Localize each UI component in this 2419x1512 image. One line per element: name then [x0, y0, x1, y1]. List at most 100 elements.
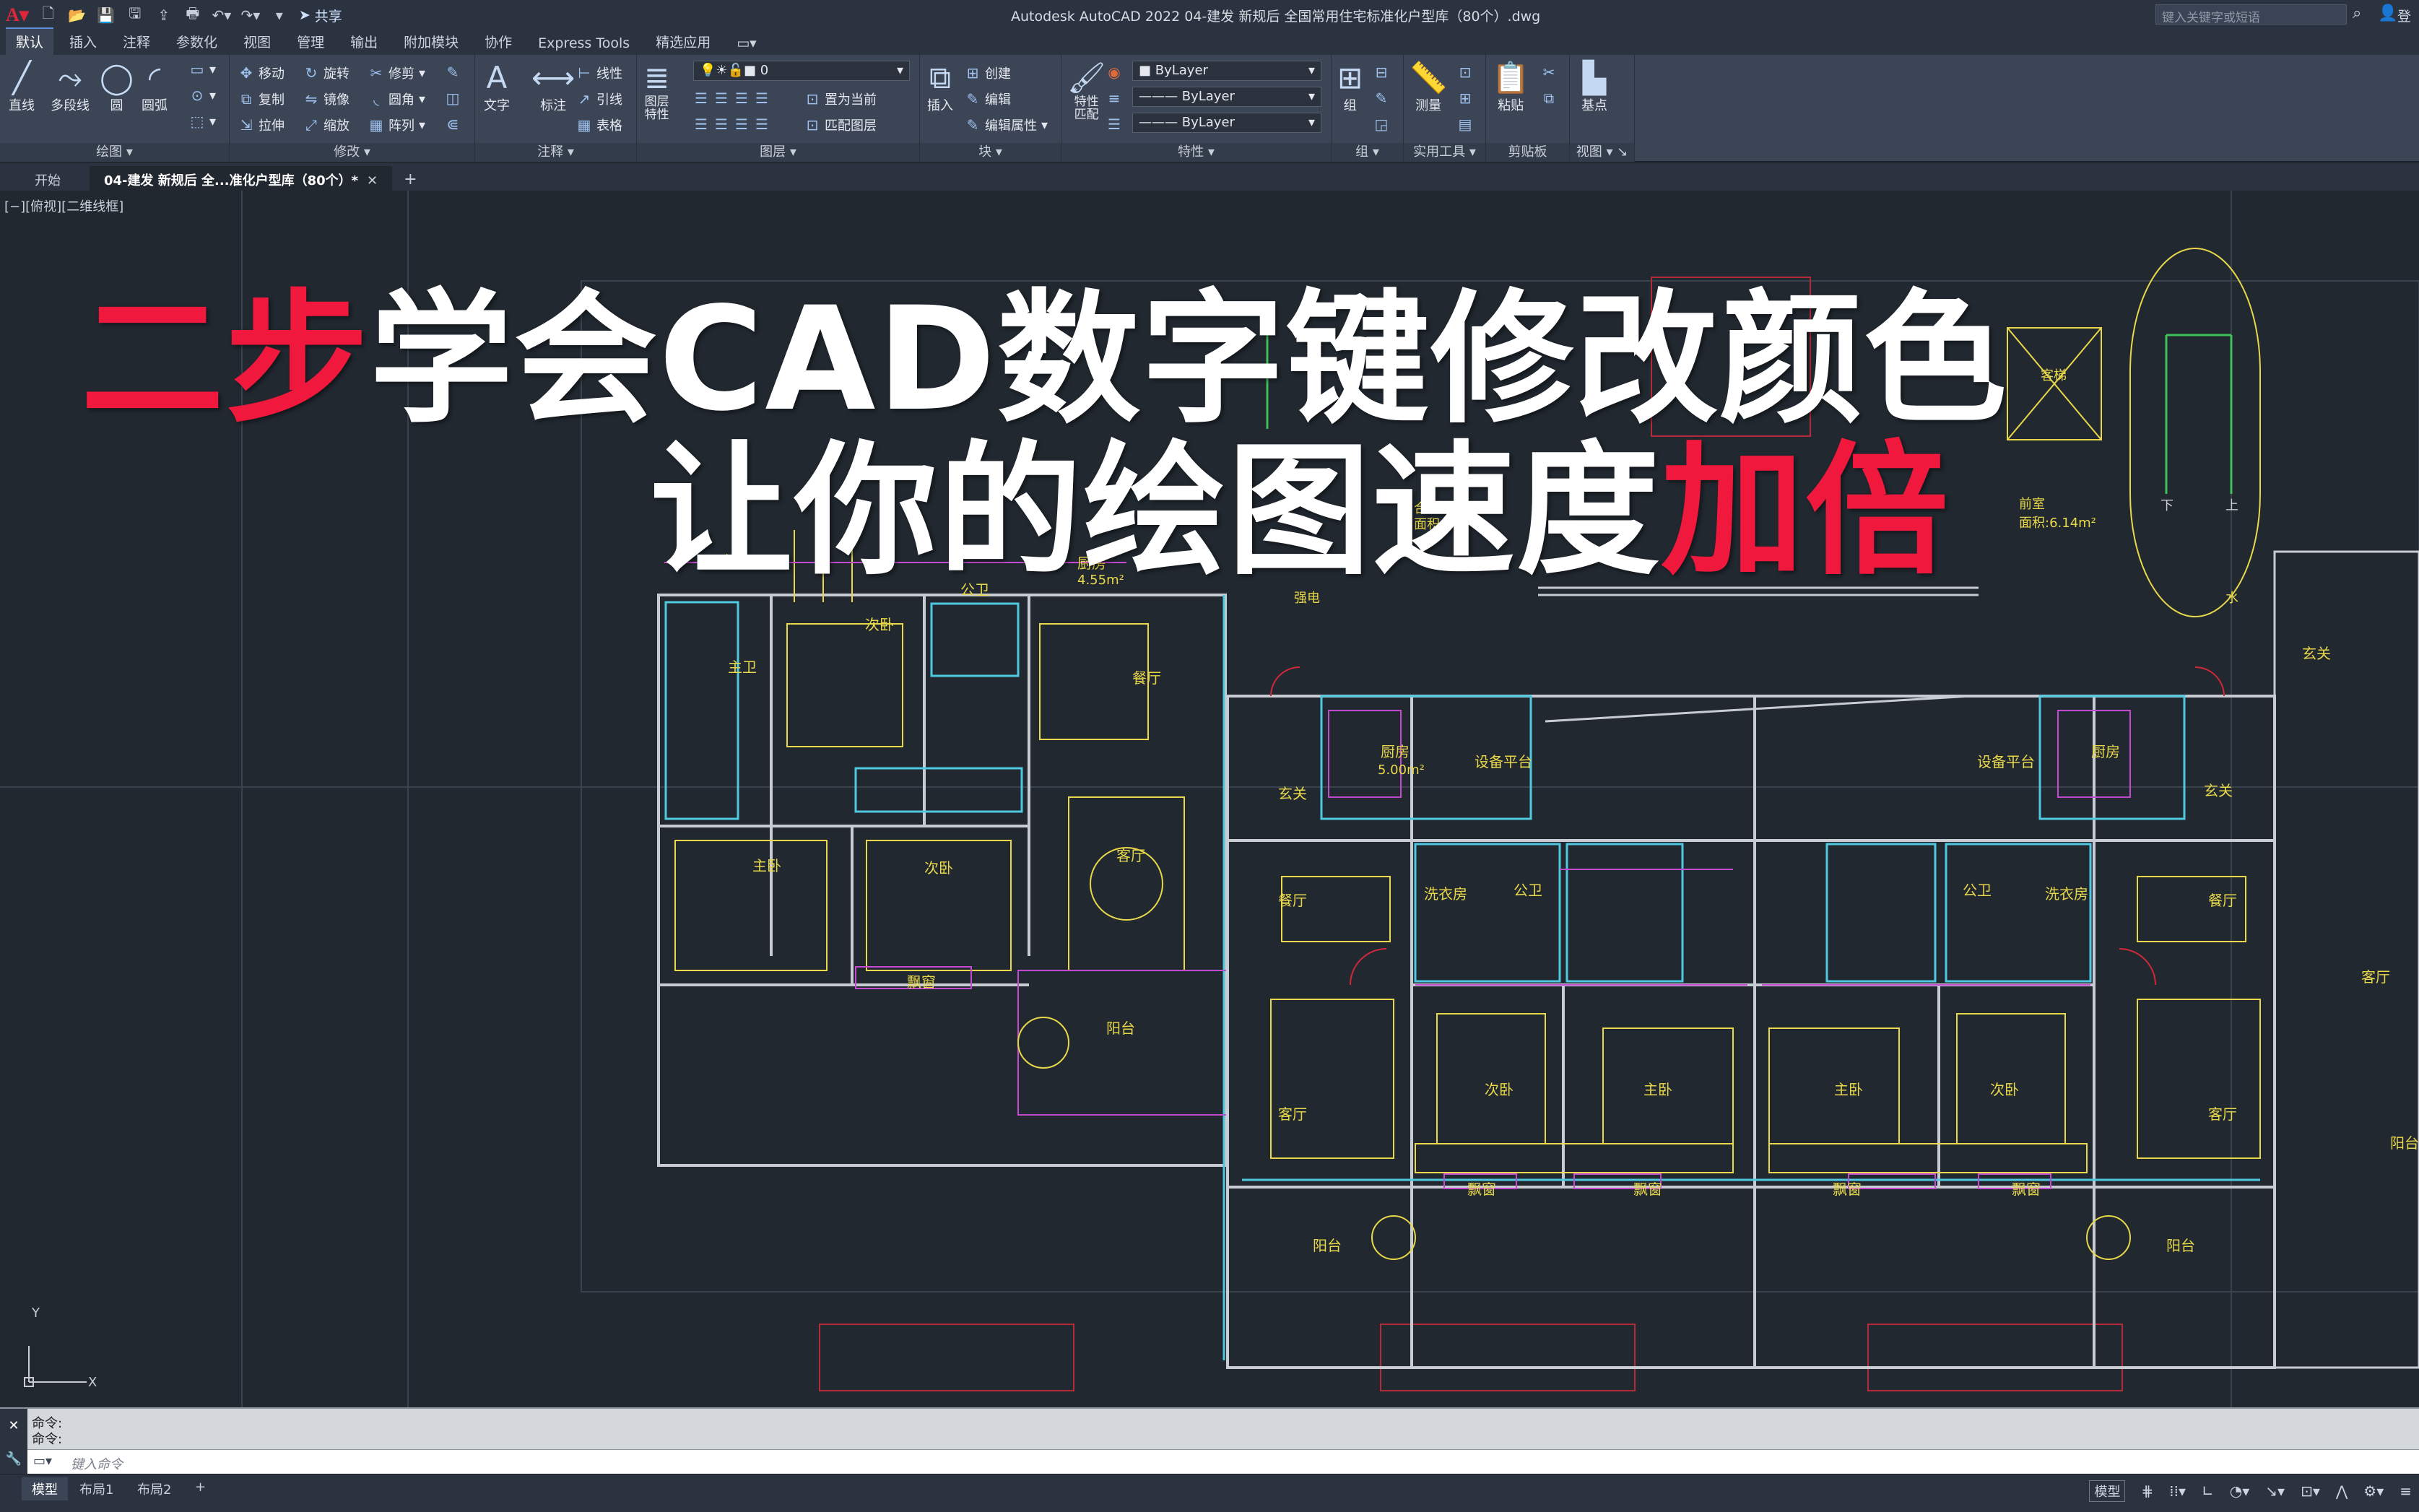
- group-select-icon[interactable]: ◲: [1373, 116, 1389, 133]
- grid-icon[interactable]: ⋕: [2141, 1482, 2153, 1500]
- tab-start[interactable]: 开始: [0, 166, 90, 191]
- tab-addins[interactable]: 附加模块: [394, 29, 469, 55]
- create-block-tool[interactable]: ⊞ 创建: [965, 64, 1011, 82]
- edit-block-tool[interactable]: ✎ 编辑: [965, 90, 1011, 108]
- group-tool[interactable]: ⊞ 组: [1337, 61, 1363, 114]
- panel-clipboard-title[interactable]: 剪贴板: [1486, 143, 1569, 162]
- select-all-icon[interactable]: ⊞: [1457, 90, 1473, 107]
- layer-properties-tool[interactable]: ≣ 图层 特性: [644, 61, 669, 122]
- save-as-icon[interactable]: 🖫: [126, 4, 144, 25]
- tab-output[interactable]: 输出: [340, 29, 388, 55]
- web-mobile-icon[interactable]: ⇪: [155, 6, 173, 25]
- array-tool[interactable]: ▦ 阵列 ▾: [368, 116, 426, 134]
- save-icon[interactable]: 💾: [97, 6, 116, 25]
- rotate-tool[interactable]: ↻ 旋转: [303, 64, 349, 82]
- tab-default[interactable]: 默认: [6, 27, 54, 55]
- match-properties-tool[interactable]: 🖌 特性 匹配: [1067, 61, 1106, 122]
- layer-tools-row2[interactable]: ☰ ☰ ☰ ☰: [693, 116, 770, 133]
- explode-tool[interactable]: ◫: [445, 90, 461, 107]
- set-current-tool[interactable]: ⊡ 置为当前: [804, 90, 877, 108]
- isodraft-icon[interactable]: ↘▾: [2265, 1482, 2285, 1500]
- tab-collaborate[interactable]: 协作: [474, 29, 522, 55]
- tab-layout2[interactable]: 布局2: [127, 1477, 181, 1500]
- quick-select-icon[interactable]: ⊡: [1457, 64, 1473, 81]
- linetype-dropdown[interactable]: ——— ByLayer ▾: [1132, 113, 1321, 133]
- scale-tool[interactable]: ⤢ 缩放: [303, 116, 349, 134]
- polar-icon[interactable]: ◔▾: [2230, 1482, 2250, 1500]
- customize-qat-icon[interactable]: ▾: [270, 6, 289, 25]
- color-wheel-icon[interactable]: ◉: [1106, 64, 1122, 81]
- offset-tool[interactable]: ⋐: [445, 116, 461, 133]
- tab-manage[interactable]: 管理: [287, 29, 334, 55]
- dimension-tool[interactable]: ⟷ 标注: [531, 61, 575, 114]
- new-file-icon[interactable]: 🗋: [39, 4, 58, 25]
- cut-icon[interactable]: ✂: [1541, 64, 1557, 81]
- search-icon[interactable]: ⌕: [2353, 4, 2361, 22]
- panel-groups-title[interactable]: 组 ▾: [1332, 143, 1403, 162]
- undo-icon[interactable]: ↶▾: [212, 6, 231, 25]
- panel-properties-title[interactable]: 特性 ▾: [1061, 143, 1331, 162]
- arc-tool[interactable]: ◜ 圆弧: [142, 61, 168, 114]
- add-layout-button[interactable]: +: [185, 1477, 216, 1497]
- linear-tool[interactable]: ⊢ 线性: [576, 64, 622, 82]
- tab-featured-apps[interactable]: 精选应用: [646, 29, 721, 55]
- color-dropdown[interactable]: ■ ByLayer ▾: [1132, 61, 1321, 81]
- sign-in-label[interactable]: 登: [2397, 6, 2411, 25]
- tab-annotate[interactable]: 注释: [113, 29, 160, 55]
- new-tab-button[interactable]: +: [392, 168, 428, 191]
- object-snap-icon[interactable]: ⊡▾: [2301, 1482, 2320, 1500]
- insert-tool[interactable]: ⧉ 插入: [927, 61, 953, 114]
- customize-icon[interactable]: ≡: [2400, 1482, 2412, 1500]
- close-icon[interactable]: ✕: [367, 173, 378, 188]
- layer-tools-row1[interactable]: ☰ ☰ ☰ ☰: [693, 90, 770, 107]
- open-file-icon[interactable]: 📂: [68, 6, 87, 25]
- calculator-icon[interactable]: ▤: [1457, 116, 1473, 133]
- stretch-tool[interactable]: ⇲ 拉伸: [238, 116, 285, 134]
- tab-express-tools[interactable]: Express Tools: [528, 32, 640, 55]
- autocad-logo-icon[interactable]: A▾: [6, 4, 29, 26]
- ortho-icon[interactable]: ∟: [2202, 1482, 2214, 1500]
- panel-draw-title[interactable]: 绘图 ▾: [0, 143, 229, 162]
- line-tool[interactable]: ╱ 直线: [9, 61, 35, 114]
- tab-insert[interactable]: 插入: [59, 29, 107, 55]
- user-icon[interactable]: 👤: [2378, 4, 2397, 22]
- fillet-tool[interactable]: ◟ 圆角 ▾: [368, 90, 425, 108]
- base-view-tool[interactable]: ▙ 基点: [1581, 61, 1607, 114]
- lineweight-dropdown[interactable]: ——— ByLayer ▾: [1132, 87, 1321, 107]
- region-tool[interactable]: ⬚ ▾: [189, 113, 217, 130]
- group-edit-icon[interactable]: ✎: [1373, 90, 1389, 107]
- panel-modify-title[interactable]: 修改 ▾: [230, 143, 474, 162]
- drawing-canvas[interactable]: 平台 次卧 公卫 厨房 主卫 餐厅 主卧 次卧 客厅 飘窗 阳台 厨房 设备平台…: [0, 191, 2419, 1407]
- panel-layers-title[interactable]: 图层 ▾: [637, 143, 919, 162]
- copy-tool[interactable]: ⧉ 复制: [238, 90, 285, 108]
- trim-tool[interactable]: ✂ 修剪 ▾: [368, 64, 425, 82]
- model-space-button[interactable]: 模型: [2089, 1480, 2126, 1502]
- paste-tool[interactable]: 📋 粘贴: [1492, 61, 1529, 114]
- ungroup-icon[interactable]: ⊟: [1373, 64, 1389, 81]
- annotation-scale-icon[interactable]: ⋀: [2336, 1482, 2348, 1500]
- panel-annotation-title[interactable]: 注释 ▾: [475, 143, 636, 162]
- match-layer-tool[interactable]: ⊡ 匹配图层: [804, 116, 877, 134]
- workspace-icon[interactable]: ⚙▾: [2363, 1482, 2384, 1500]
- tab-parametric[interactable]: 参数化: [166, 29, 227, 55]
- close-icon[interactable]: ✕: [8, 1418, 19, 1433]
- rectangle-tool[interactable]: ▭ ▾: [189, 61, 217, 78]
- redo-icon[interactable]: ↷▾: [240, 6, 260, 25]
- panel-block-title[interactable]: 块 ▾: [920, 143, 1061, 162]
- text-tool[interactable]: A 文字: [484, 61, 510, 114]
- share-button[interactable]: ➤ 共享: [299, 6, 342, 25]
- erase-tool[interactable]: ✎: [445, 64, 461, 81]
- tab-layout1[interactable]: 布局1: [69, 1477, 123, 1500]
- ribbon-toggle-icon[interactable]: ▭▾: [726, 32, 767, 55]
- move-tool[interactable]: ✥ 移动: [238, 64, 285, 82]
- panel-view-title[interactable]: 视图 ▾ ↘: [1570, 143, 1634, 162]
- layer-dropdown[interactable]: 💡☀🔓■ 0 ▾: [693, 61, 910, 81]
- tab-model[interactable]: 模型: [22, 1477, 68, 1500]
- viewport-controls[interactable]: [−][俯视][二维线框]: [4, 196, 123, 215]
- leader-tool[interactable]: ↗ 引线: [576, 90, 622, 108]
- search-input[interactable]: 键入关键字或短语: [2155, 4, 2347, 25]
- polyline-tool[interactable]: ⤳ 多段线: [51, 61, 90, 114]
- mirror-tool[interactable]: ⇋ 镜像: [303, 90, 349, 108]
- table-tool[interactable]: ▦ 表格: [576, 116, 622, 134]
- plot-icon[interactable]: 🖶: [183, 4, 202, 25]
